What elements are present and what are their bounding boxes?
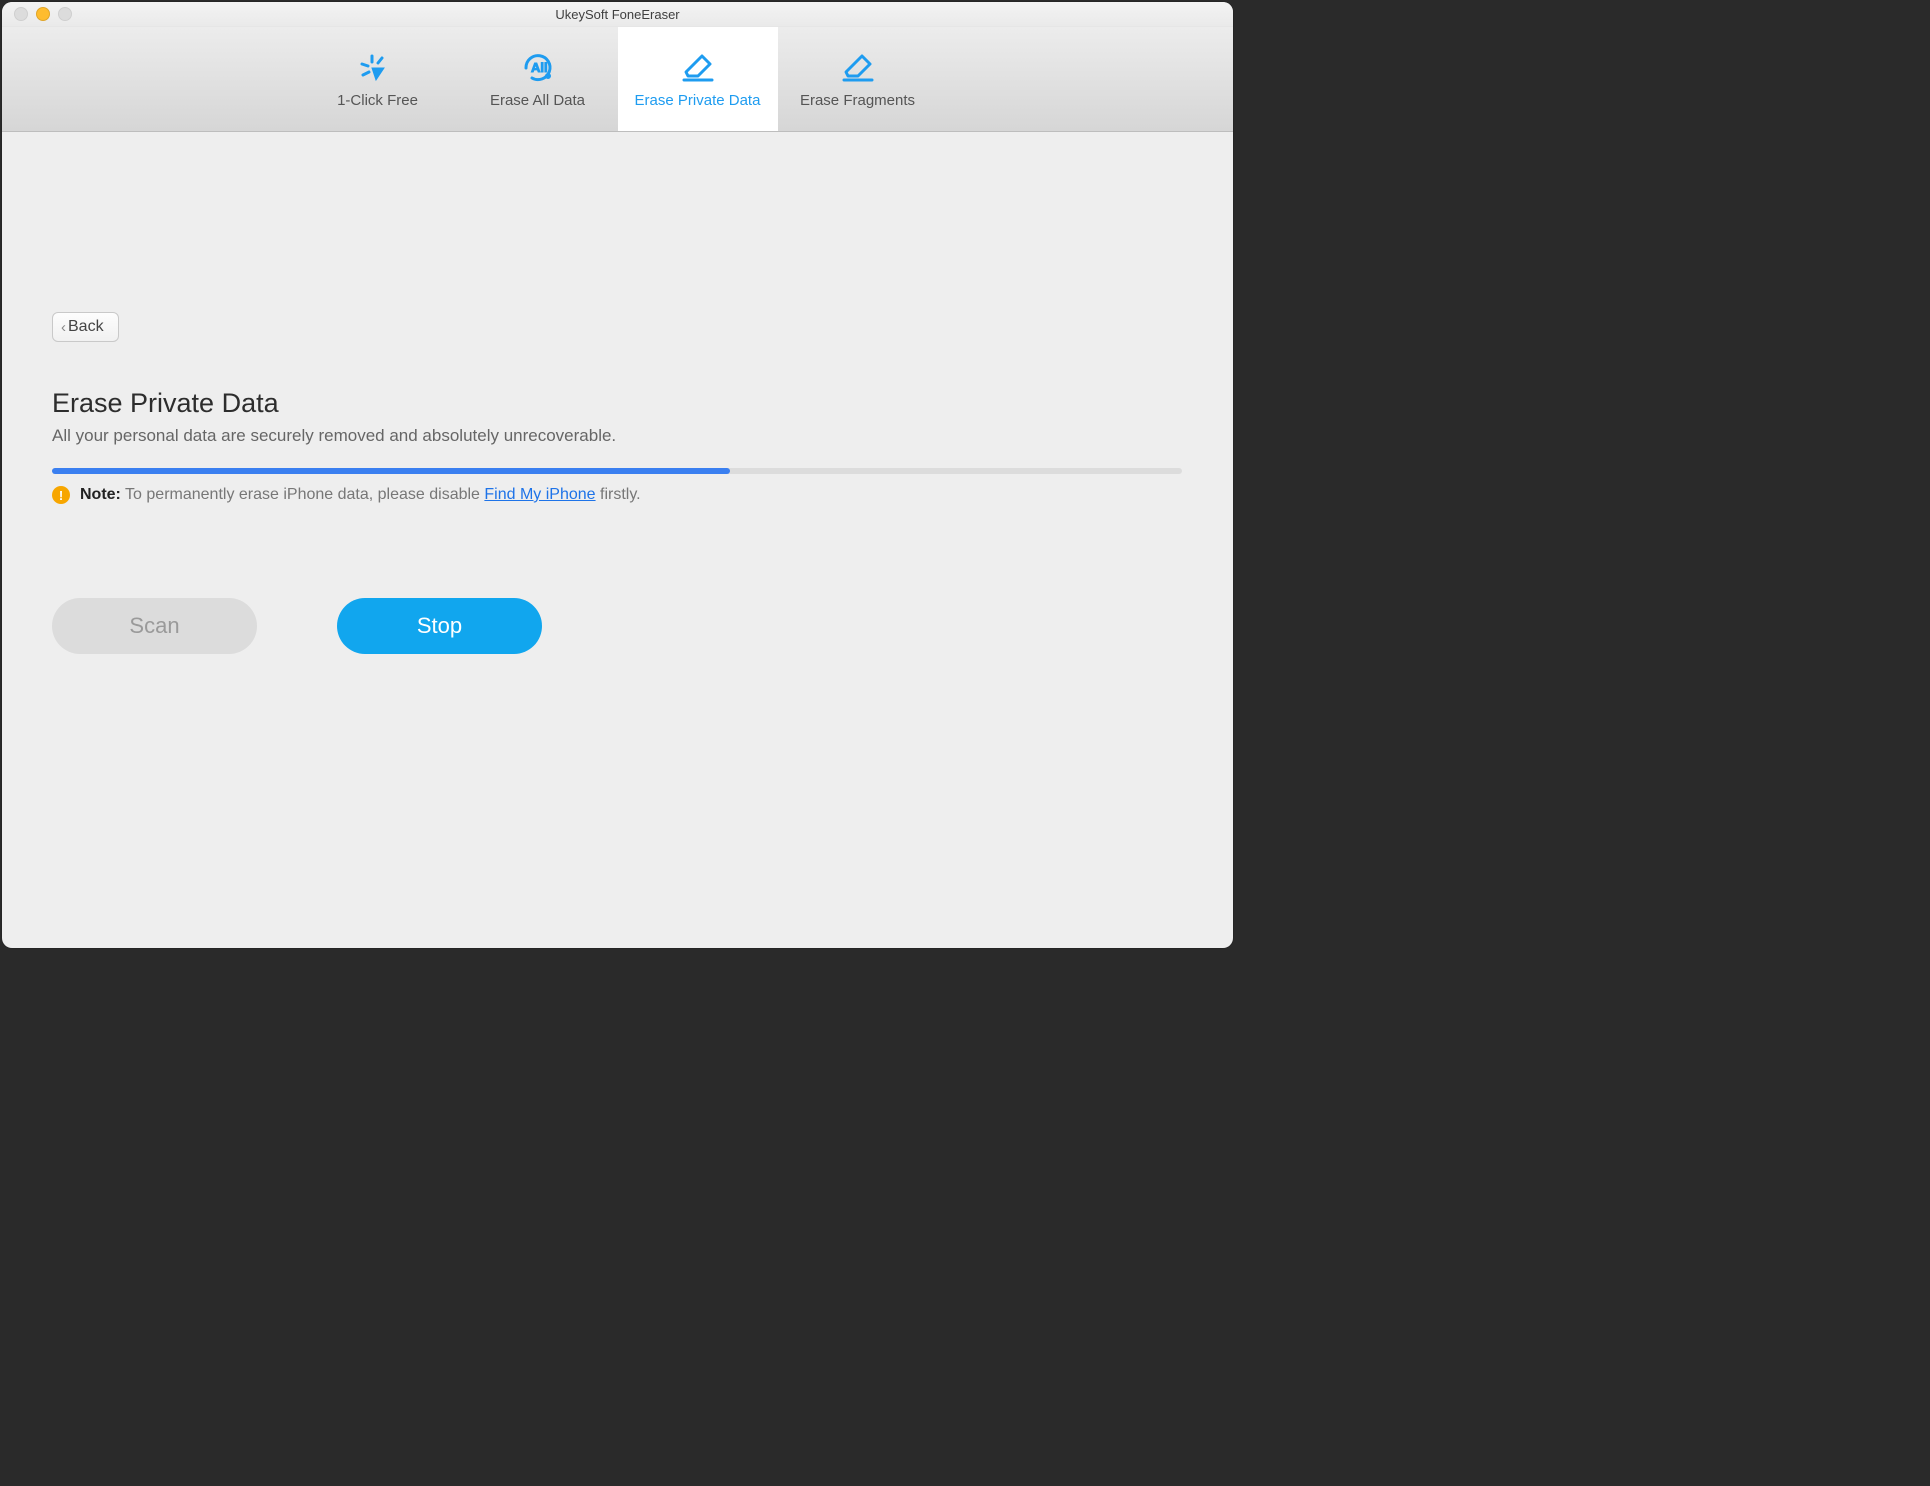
eraser-fragments-icon <box>836 50 880 86</box>
tab-erase-all-data[interactable]: All Erase All Data <box>458 27 618 131</box>
window-controls <box>2 7 72 21</box>
tab-label: Erase All Data <box>490 92 585 109</box>
back-button[interactable]: ‹ Back <box>52 312 119 342</box>
erase-all-icon: All <box>516 50 560 86</box>
find-my-iphone-link[interactable]: Find My iPhone <box>484 486 595 503</box>
click-icon <box>356 50 400 86</box>
tab-label: Erase Private Data <box>635 92 761 109</box>
back-label: Back <box>68 318 104 336</box>
scan-button[interactable]: Scan <box>52 598 257 654</box>
button-row: Scan Stop <box>52 598 542 654</box>
stop-button[interactable]: Stop <box>337 598 542 654</box>
progress-bar <box>52 468 1182 474</box>
note-text: Note: To permanently erase iPhone data, … <box>80 486 641 504</box>
page-subtitle: All your personal data are securely remo… <box>52 426 616 446</box>
tab-erase-fragments[interactable]: Erase Fragments <box>778 27 938 131</box>
close-window-button[interactable] <box>14 7 28 21</box>
toolbar: 1-Click Free All Erase All Data Erase Pr… <box>2 27 1233 132</box>
eraser-private-icon <box>676 50 720 86</box>
note-body-after: firstly. <box>596 486 641 503</box>
maximize-window-button[interactable] <box>58 7 72 21</box>
page-title: Erase Private Data <box>52 388 279 419</box>
window-title: UkeySoft FoneEraser <box>2 7 1233 22</box>
svg-text:All: All <box>531 60 548 75</box>
app-window: UkeySoft FoneEraser 1-Click Free All <box>2 2 1233 948</box>
note-prefix: Note: <box>80 486 121 503</box>
minimize-window-button[interactable] <box>36 7 50 21</box>
tab-1-click-free[interactable]: 1-Click Free <box>298 27 458 131</box>
tab-label: 1-Click Free <box>337 92 418 109</box>
note-row: ! Note: To permanently erase iPhone data… <box>52 486 641 504</box>
titlebar: UkeySoft FoneEraser <box>2 2 1233 27</box>
progress-fill <box>52 468 730 474</box>
warning-icon: ! <box>52 486 70 504</box>
tab-erase-private-data[interactable]: Erase Private Data <box>618 27 778 131</box>
tab-label: Erase Fragments <box>800 92 915 109</box>
chevron-left-icon: ‹ <box>61 319 66 336</box>
note-body-before: To permanently erase iPhone data, please… <box>121 486 485 503</box>
